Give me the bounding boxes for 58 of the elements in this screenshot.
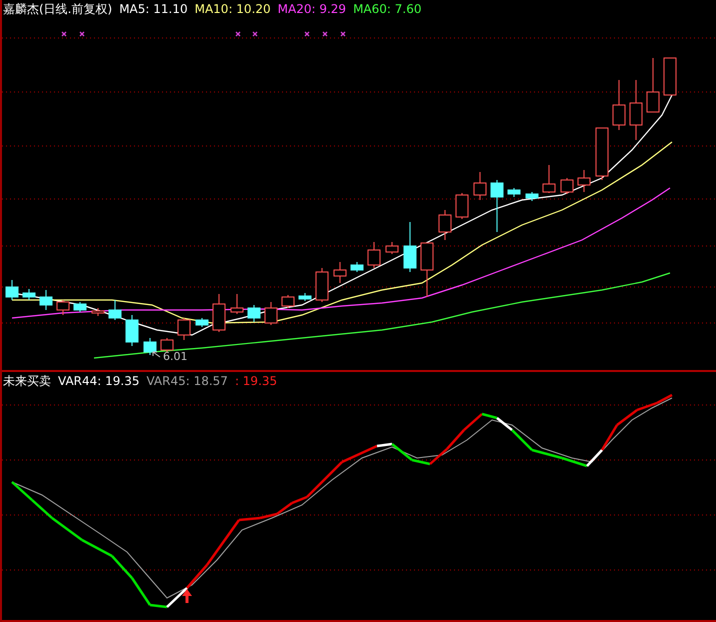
candlestick — [144, 338, 156, 356]
candlestick — [160, 338, 174, 352]
candlestick — [264, 302, 278, 326]
candlestick — [578, 170, 590, 192]
candlestick — [178, 318, 190, 340]
candlestick — [40, 290, 52, 310]
candlestick — [526, 192, 538, 202]
candlestick — [230, 294, 244, 314]
candlestick — [212, 294, 226, 332]
indicator-title: 未来买卖 — [3, 373, 51, 390]
moving-average-value: MA5: 11.10 — [119, 1, 188, 18]
candlestick — [248, 304, 260, 322]
cross-marker — [304, 32, 310, 36]
candlestick — [126, 314, 138, 346]
arrow-icon — [152, 352, 160, 358]
candlestick — [664, 58, 676, 96]
candlestick — [542, 164, 556, 194]
candlestick — [368, 242, 380, 268]
candlestick — [456, 192, 468, 220]
moving-average-value: MA60: 7.60 — [353, 1, 422, 18]
candlestick — [350, 262, 364, 272]
candlestick — [298, 292, 312, 302]
cross-marker — [236, 32, 240, 36]
candlestick — [56, 300, 70, 316]
candlestick — [282, 294, 294, 308]
indicator-value: : 19.35 — [234, 373, 278, 390]
candlestick — [404, 222, 416, 272]
candlestick — [596, 128, 608, 180]
candlestick — [108, 300, 122, 320]
indicator-value: VAR45: 18.57 — [146, 373, 228, 390]
cross-marker — [62, 32, 66, 36]
candlestick — [438, 210, 452, 240]
candlestick — [334, 262, 346, 284]
candlestick — [420, 242, 434, 298]
candlestick — [612, 80, 626, 130]
candlestick — [646, 58, 660, 112]
candlestick — [630, 80, 642, 140]
cross-marker — [80, 32, 84, 36]
cross-marker — [252, 32, 258, 36]
candlestick — [74, 302, 86, 312]
candlestick — [22, 288, 36, 300]
candlestick — [508, 188, 520, 198]
up-arrow-icon — [182, 589, 192, 603]
cross-marker — [322, 32, 328, 36]
cross-marker — [340, 32, 346, 36]
stock-title: 嘉麟杰(日线.前复权) — [3, 1, 112, 18]
candlestick — [560, 178, 574, 194]
candlestick — [92, 308, 104, 316]
moving-average-value: MA10: 10.20 — [194, 1, 271, 18]
candlestick — [196, 318, 208, 328]
moving-average-value: MA20: 9.29 — [278, 1, 346, 18]
candlestick — [316, 268, 328, 302]
candlestick — [6, 280, 18, 300]
candlestick — [386, 242, 398, 254]
indicator-value: VAR44: 19.35 — [58, 373, 140, 390]
low-price-label: 6.01 — [163, 350, 188, 363]
candlestick — [474, 172, 486, 200]
candlestick — [490, 180, 504, 232]
